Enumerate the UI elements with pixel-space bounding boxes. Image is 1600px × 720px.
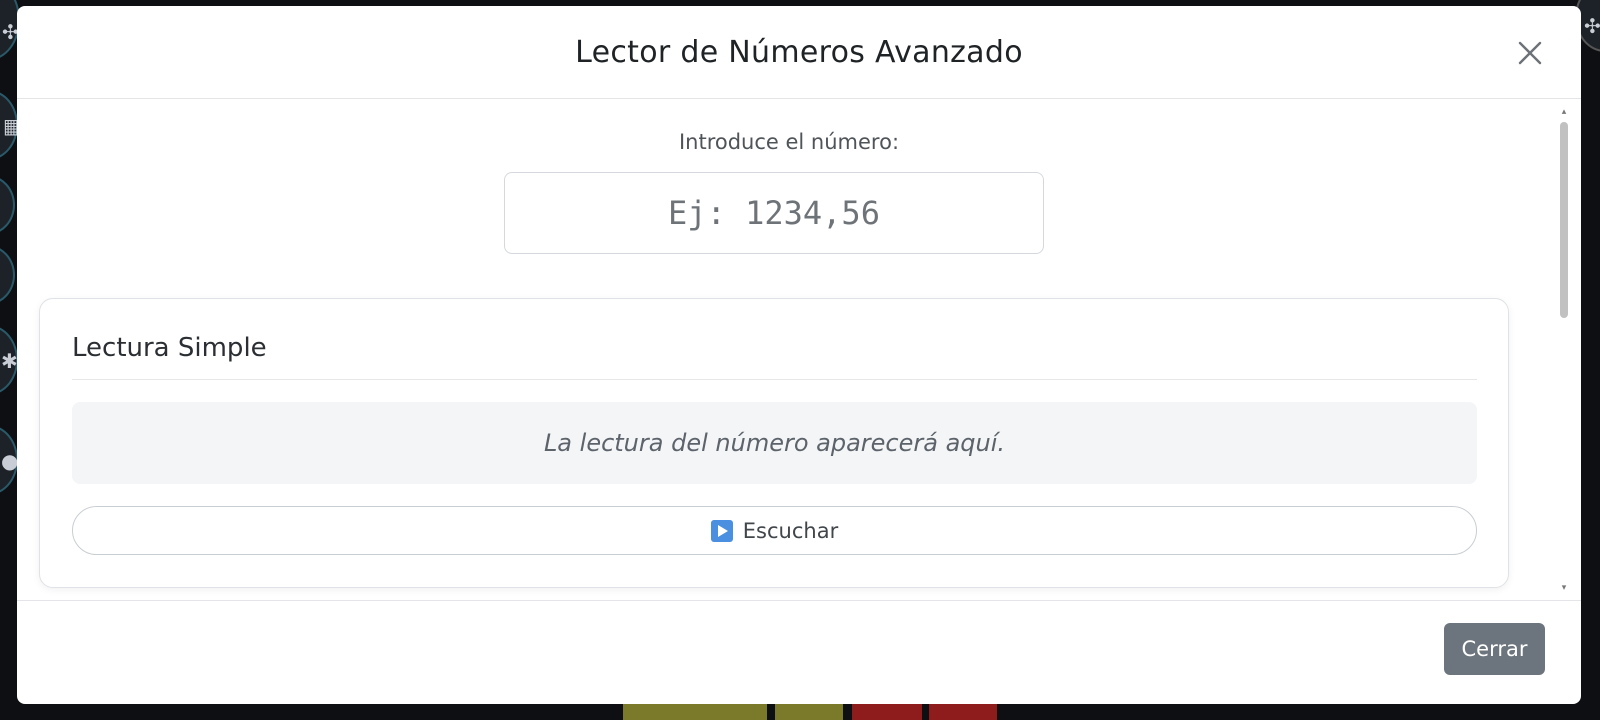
scroll-down-arrow-icon[interactable]: ▾ [1560, 584, 1568, 593]
listen-button-label: Escuchar [742, 518, 839, 543]
bg-circle-3 [0, 175, 15, 235]
bg-circle-4 [0, 245, 15, 305]
modal-footer: Cerrar [17, 600, 1581, 704]
number-input[interactable] [504, 172, 1044, 254]
modal-title: Lector de Números Avanzado [575, 34, 1023, 70]
close-icon[interactable] [1515, 38, 1545, 68]
play-icon [710, 519, 733, 542]
close-button[interactable]: Cerrar [1444, 623, 1545, 675]
simple-reading-card: Lectura Simple La lectura del número apa… [39, 298, 1509, 588]
scroll-up-arrow-icon[interactable]: ▴ [1560, 108, 1568, 117]
scrollbar-thumb[interactable] [1560, 122, 1568, 318]
card-title: Lectura Simple [72, 333, 267, 363]
card-divider [72, 379, 1477, 380]
help-icon: ● [1, 449, 19, 473]
modal-body: Introduce el número: Lectura Simple La l… [17, 100, 1581, 600]
number-input-label: Introduce el número: [678, 130, 900, 154]
settings-icon: ✱ [1, 349, 18, 373]
listen-button[interactable]: Escuchar [72, 506, 1477, 555]
number-reader-modal: Lector de Números Avanzado Introduce el … [17, 6, 1581, 704]
modal-scrollbar[interactable]: ▴ ▾ [1559, 108, 1569, 593]
reading-output: La lectura del número aparecerá aquí. [72, 402, 1477, 484]
modal-header: Lector de Números Avanzado [17, 6, 1581, 99]
share-icon-right: ✣ [1584, 14, 1600, 38]
reading-placeholder-text: La lectura del número aparecerá aquí. [543, 429, 1006, 457]
